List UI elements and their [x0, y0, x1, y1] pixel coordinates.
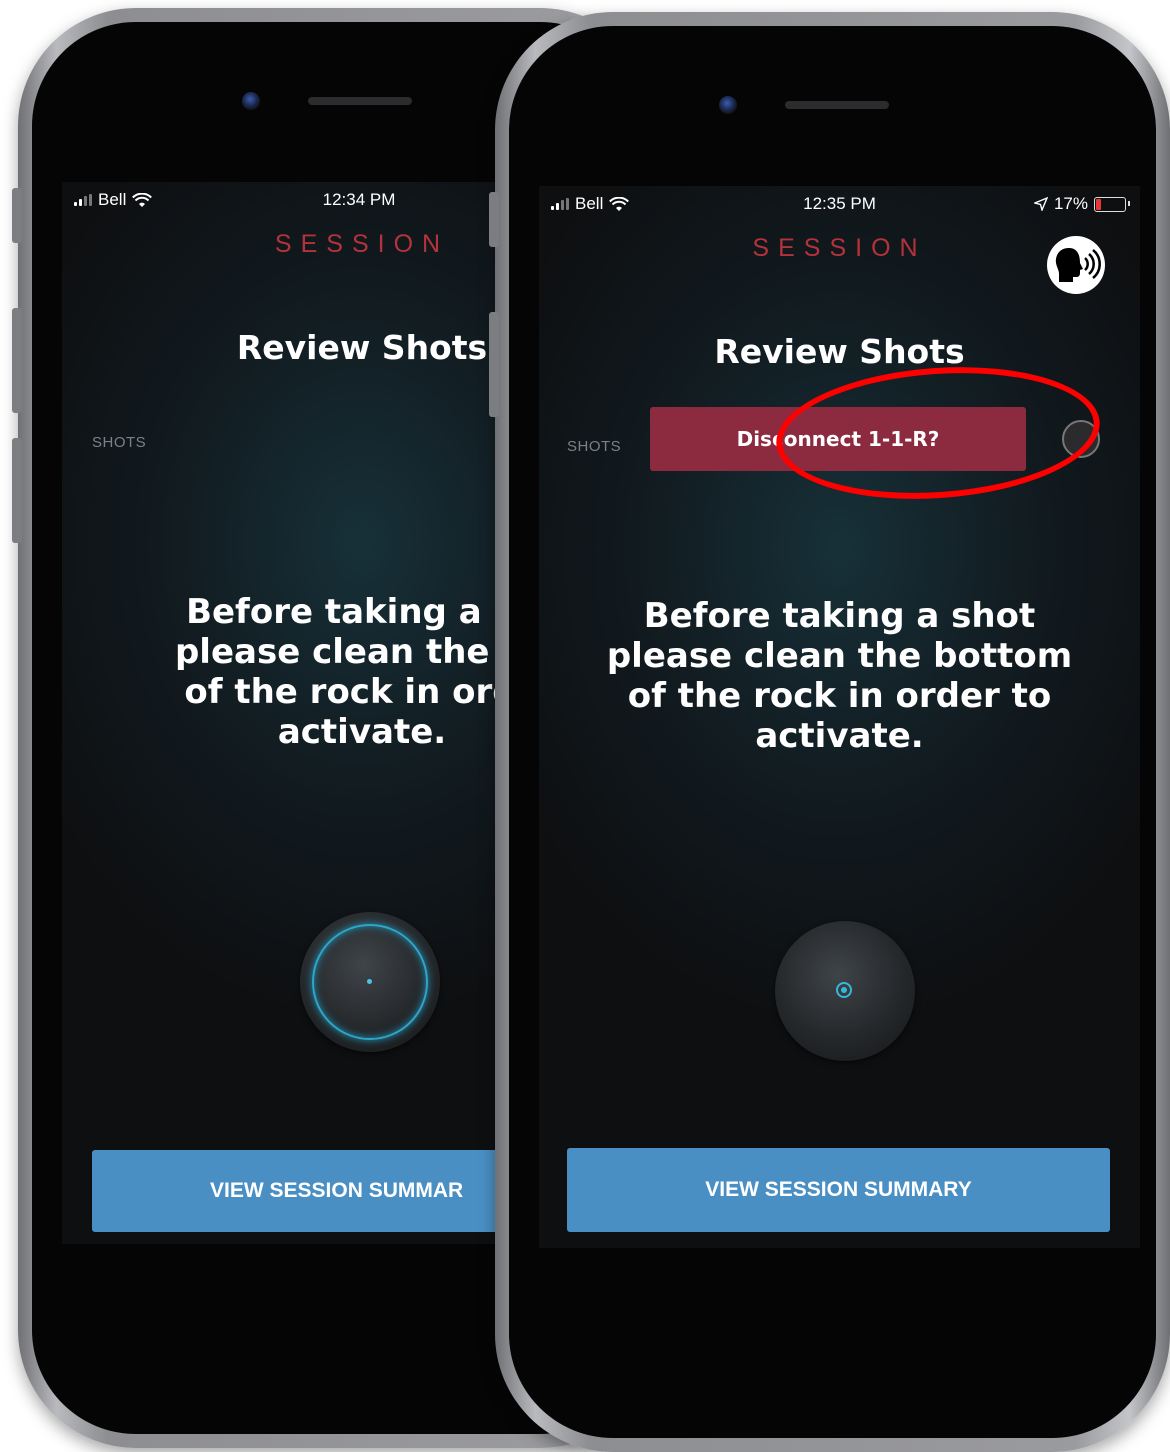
instruction-text: Before taking a shot please clean the bo… [539, 596, 1140, 756]
instruction-line: of the rock in order to [627, 676, 1052, 716]
phone-right: Bell 12:35 PM 17% SESSION Review Shots S… [489, 12, 1170, 1452]
instruction-line: Before taking a shot [643, 596, 1036, 636]
mute-switch [12, 188, 22, 243]
rock-sensor-image [300, 912, 440, 1052]
location-arrow-icon [1033, 197, 1048, 211]
front-camera [719, 96, 737, 114]
earpiece-speaker [785, 101, 889, 109]
battery-percent: 17% [1053, 194, 1088, 213]
volume-down-button [12, 438, 22, 543]
status-bar: Bell 12:35 PM 17% [539, 186, 1140, 226]
earpiece-speaker [308, 97, 412, 105]
shots-label: SHOTS [92, 434, 147, 451]
front-camera [242, 92, 260, 110]
phone-right-bezel: Bell 12:35 PM 17% SESSION Review Shots S… [509, 26, 1156, 1438]
review-shots-title: Review Shots [714, 332, 965, 371]
volume-up-button [12, 308, 22, 413]
rock-sensor-image [775, 921, 915, 1061]
speaking-head-icon[interactable] [1047, 236, 1105, 294]
view-session-summary-button[interactable]: VIEW SESSION SUMMAR [92, 1150, 562, 1232]
view-session-summary-button[interactable]: VIEW SESSION SUMMARY [567, 1148, 1110, 1232]
battery-icon [1094, 196, 1130, 212]
rock-led-dot [367, 979, 372, 984]
phone-right-screen: Bell 12:35 PM 17% SESSION Review Shots S… [539, 186, 1140, 1248]
mute-switch [489, 192, 499, 247]
volume-up-button [489, 312, 499, 417]
shots-label: SHOTS [567, 438, 622, 455]
instruction-line: activate. [755, 716, 924, 756]
rock-led-dot [841, 987, 847, 993]
instruction-line: please clean the bottom [606, 636, 1073, 676]
